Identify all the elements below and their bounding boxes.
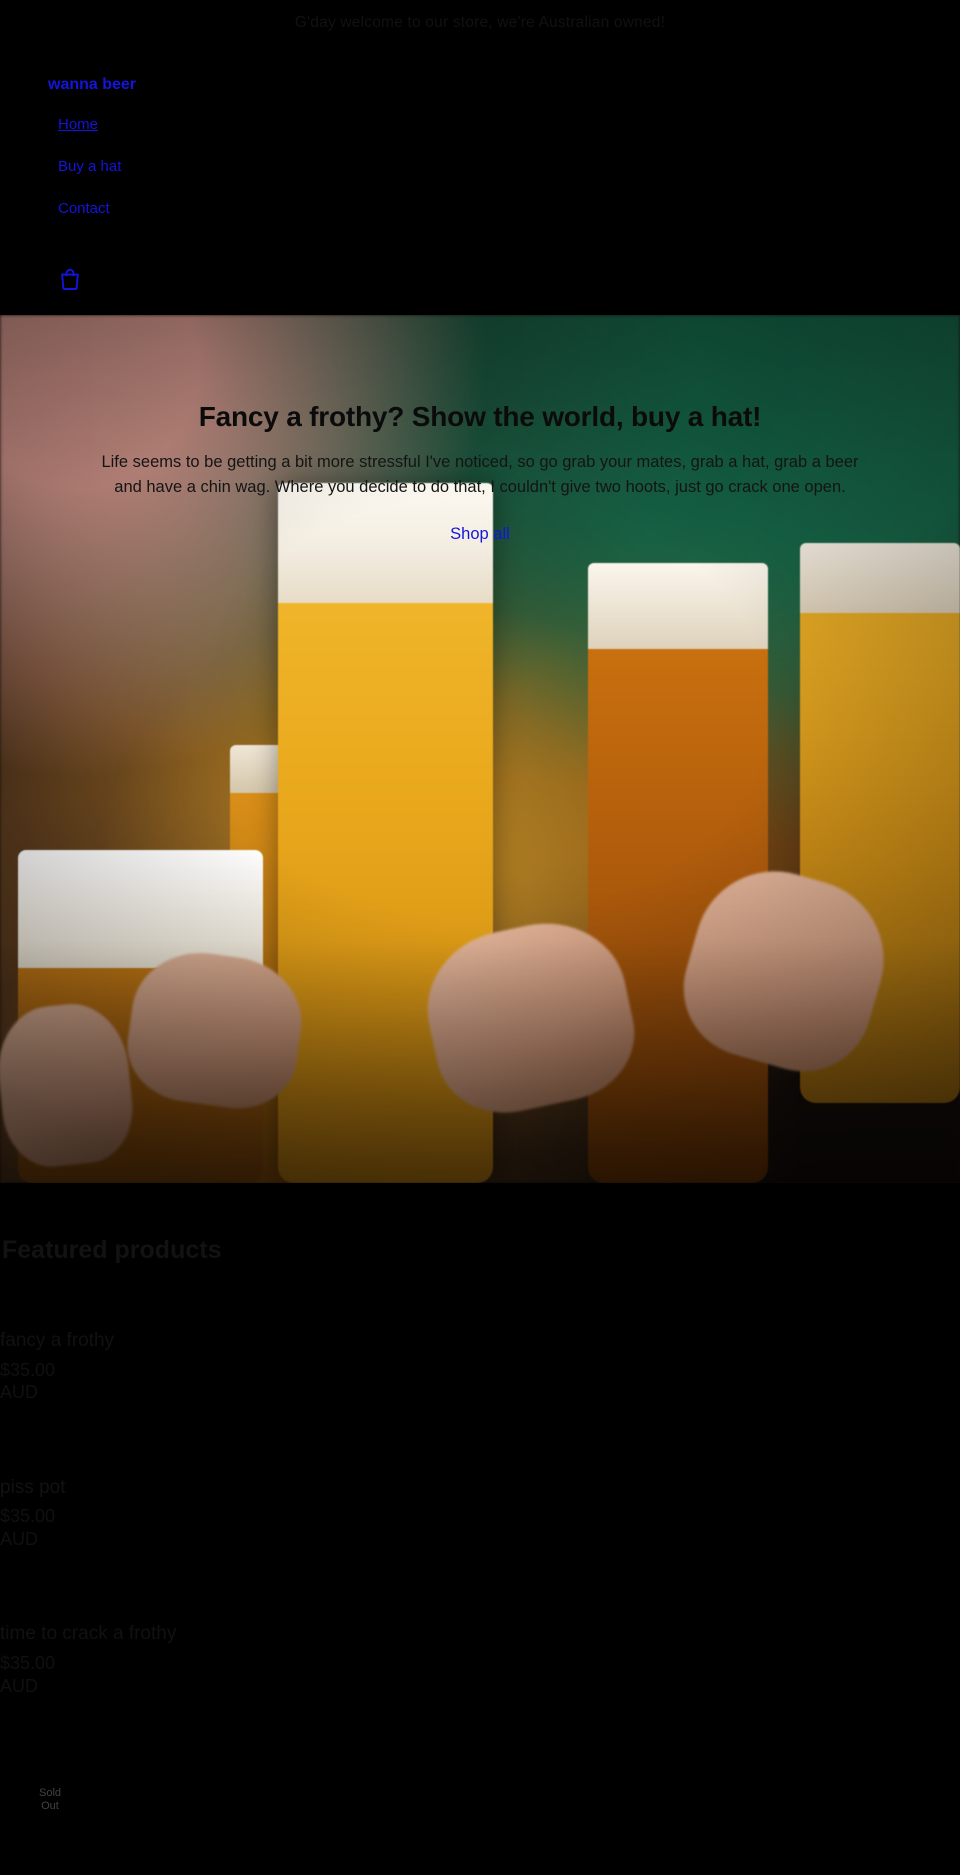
product-title-link[interactable]: time to crack a frothy — [0, 1622, 960, 1646]
nav-item: Buy a hat — [0, 146, 960, 188]
shop-all-button[interactable]: Shop all — [450, 523, 510, 546]
hero-content: Fancy a frothy? Show the world, buy a ha… — [0, 399, 960, 547]
hero-body-text: Life seems to be getting a bit more stre… — [101, 452, 859, 496]
nav-item: Contact — [0, 188, 960, 230]
product-price-currency: AUD — [0, 1528, 39, 1549]
product-price-amount: $35.00 — [0, 1359, 56, 1380]
product-grid: fancy a frothy $35.00 AUD piss pot $35.0… — [0, 1329, 960, 1697]
product-title-link[interactable]: piss pot — [0, 1476, 960, 1500]
store-name-link[interactable]: wanna beer — [48, 75, 960, 94]
nav-link-contact[interactable]: Contact — [58, 188, 110, 230]
product-price-amount: $35.00 — [0, 1653, 56, 1674]
main-navigation: Home Buy a hat Contact — [0, 104, 960, 230]
product-price: $35.00 AUD — [0, 1359, 960, 1404]
site-header: wanna beer Home Buy a hat Contact — [0, 44, 960, 315]
sold-out-badge-line1: Sold — [38, 1787, 62, 1800]
product-price-amount: $35.00 — [0, 1506, 56, 1527]
shopping-bag-icon — [60, 268, 80, 290]
product-price-currency: AUD — [0, 1382, 39, 1403]
nav-link-home[interactable]: Home — [58, 104, 98, 146]
product-price: $35.00 AUD — [0, 1505, 960, 1550]
hero-title: Fancy a frothy? Show the world, buy a ha… — [198, 400, 762, 432]
cart-area — [60, 268, 960, 295]
nav-link-buy-a-hat[interactable]: Buy a hat — [58, 146, 121, 188]
product-card: piss pot $35.00 AUD — [0, 1476, 960, 1551]
site-footer: Sold Out — [0, 1769, 960, 1854]
announcement-bar: G'day welcome to our store, we're Austra… — [0, 0, 960, 45]
product-price-currency: AUD — [0, 1675, 39, 1696]
sold-out-badge: Sold Out — [30, 1787, 70, 1812]
hero-banner: Fancy a frothy? Show the world, buy a ha… — [0, 314, 960, 1183]
sold-out-badge-line2: Out — [41, 1799, 59, 1812]
product-title-link[interactable]: fancy a frothy — [0, 1329, 960, 1353]
product-card: fancy a frothy $35.00 AUD — [0, 1329, 960, 1404]
cart-link[interactable] — [60, 268, 80, 290]
featured-products-section: Featured products fancy a frothy $35.00 … — [0, 1182, 960, 1698]
product-price: $35.00 AUD — [0, 1652, 960, 1697]
featured-products-heading: Featured products — [2, 1235, 222, 1264]
announcement-text: G'day welcome to our store, we're Austra… — [294, 14, 666, 31]
main-nav-list: Home Buy a hat Contact — [0, 104, 960, 230]
product-card: time to crack a frothy $35.00 AUD — [0, 1622, 960, 1697]
nav-item: Home — [0, 104, 960, 146]
